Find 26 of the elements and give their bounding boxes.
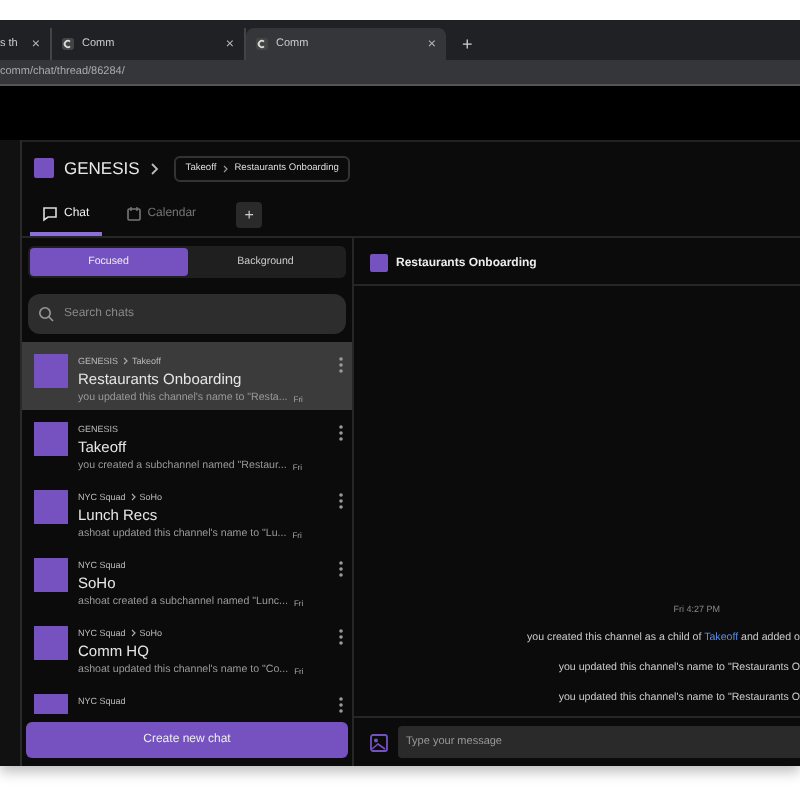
chevron-right-icon xyxy=(129,491,136,501)
more-options-icon[interactable] xyxy=(338,560,344,578)
chat-avatar-icon xyxy=(34,354,68,388)
chat-avatar-icon xyxy=(370,254,388,272)
image-upload-icon[interactable] xyxy=(370,733,388,751)
chevron-right-icon xyxy=(129,627,136,637)
more-options-icon[interactable] xyxy=(338,356,344,374)
chevron-right-icon xyxy=(149,161,160,175)
chat-avatar-icon xyxy=(34,626,68,660)
community-name[interactable]: GENESIS xyxy=(64,158,140,178)
more-options-icon[interactable] xyxy=(338,492,344,510)
app-logo-icon xyxy=(62,38,74,50)
new-tab-button[interactable]: + xyxy=(462,34,473,54)
chat-avatar-icon xyxy=(34,558,68,592)
more-options-icon[interactable] xyxy=(338,424,344,442)
chevron-right-icon xyxy=(122,355,129,365)
chevron-right-icon xyxy=(222,163,229,173)
more-options-icon[interactable] xyxy=(338,696,344,714)
chat-bubble-icon xyxy=(42,205,58,221)
chat-avatar-icon xyxy=(34,422,68,456)
app-logo-icon xyxy=(256,38,268,50)
add-tab-button[interactable]: + xyxy=(236,202,263,228)
chat-avatar-icon xyxy=(34,490,68,524)
more-options-icon[interactable] xyxy=(338,628,344,646)
calendar-icon xyxy=(125,205,142,221)
community-avatar-icon xyxy=(34,158,54,178)
